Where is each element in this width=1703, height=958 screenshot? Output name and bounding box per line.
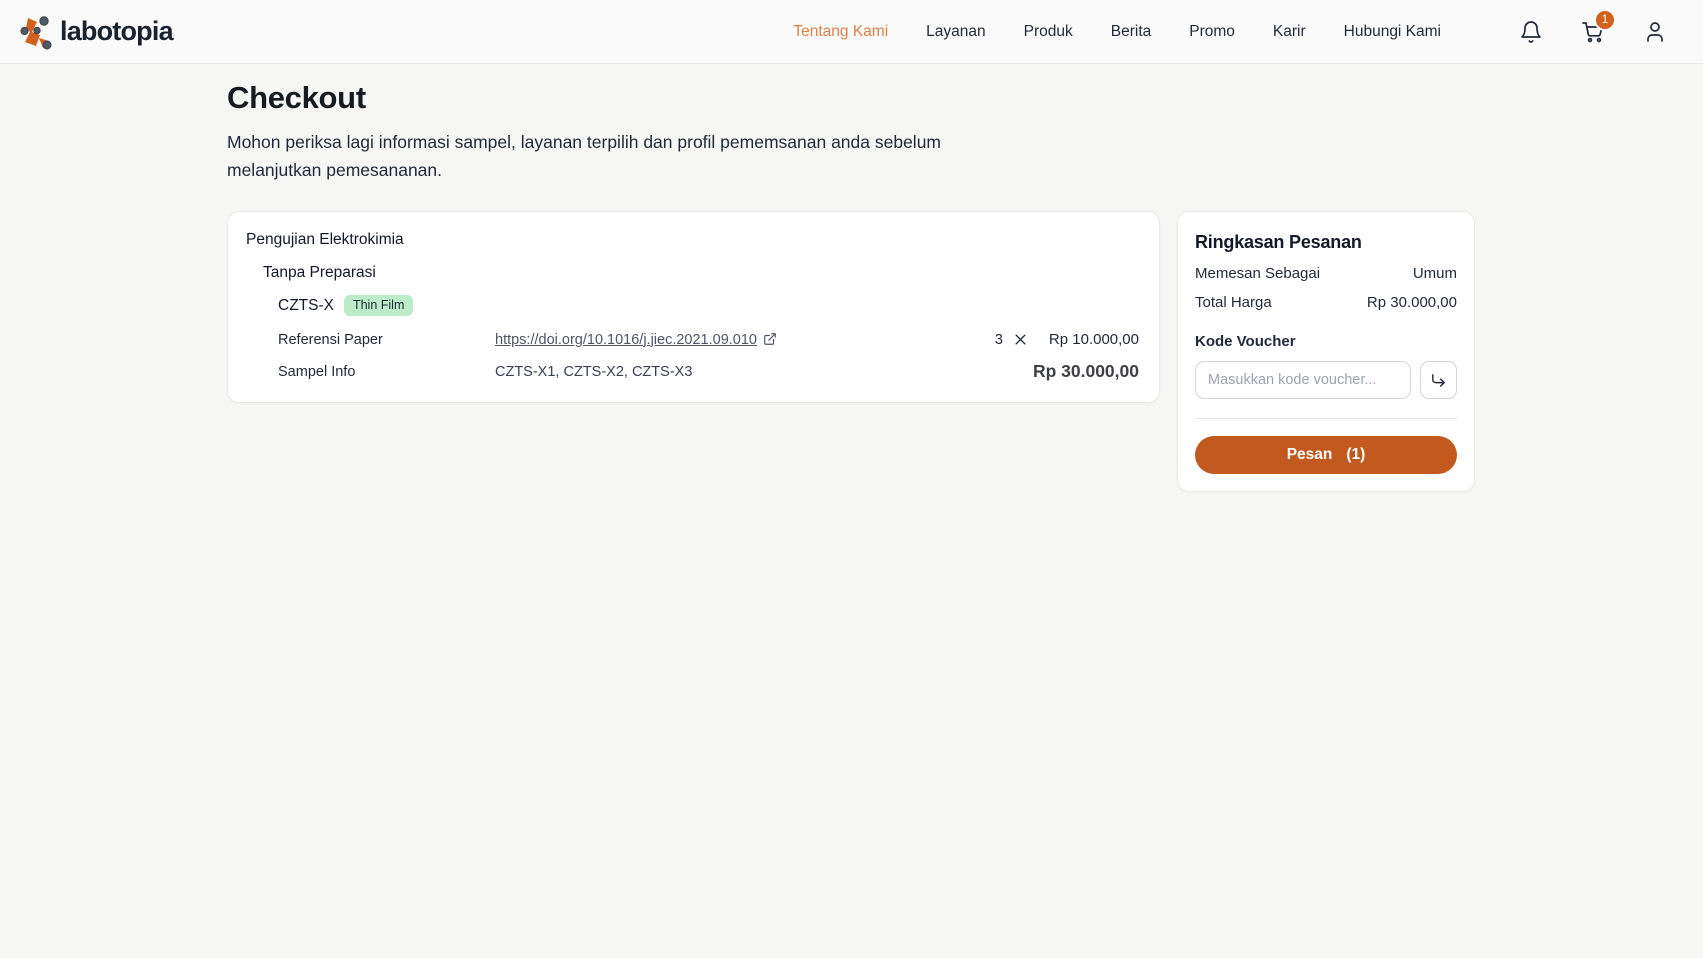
sample-type-badge: Thin Film <box>344 295 413 316</box>
memesan-sebagai-label: Memesan Sebagai <box>1195 265 1320 282</box>
user-profile-icon[interactable] <box>1643 20 1667 44</box>
service-name: Pengujian Elektrokimia <box>246 231 1139 249</box>
voucher-row <box>1195 361 1457 399</box>
checkout-content: Pengujian Elektrokimia Tanpa Preparasi C… <box>227 211 1703 492</box>
nav-item-layanan[interactable]: Layanan <box>926 23 985 41</box>
cart-count-badge: 1 <box>1594 9 1616 31</box>
nav-item-karir[interactable]: Karir <box>1273 23 1306 41</box>
cart-icon[interactable]: 1 <box>1581 20 1605 44</box>
doi-link[interactable]: https://doi.org/10.1016/j.jiec.2021.09.0… <box>495 332 757 348</box>
item-subtotal: Rp 30.000,00 <box>1033 361 1139 382</box>
memesan-sebagai-row: Memesan Sebagai Umum <box>1195 265 1457 282</box>
pesan-button[interactable]: Pesan (1) <box>1195 436 1457 474</box>
nav-item-hubungi-kami[interactable]: Hubungi Kami <box>1344 23 1441 41</box>
sample-line: CZTS-X Thin Film <box>278 295 1139 316</box>
preparation-name: Tanpa Preparasi <box>263 264 1139 282</box>
total-harga-value: Rp 30.000,00 <box>1367 294 1457 311</box>
quantity-price-group: 3 Rp 10.000,00 <box>995 331 1139 348</box>
voucher-label: Kode Voucher <box>1195 333 1457 350</box>
total-harga-label: Total Harga <box>1195 294 1272 311</box>
sampel-info-label: Sampel Info <box>278 364 495 380</box>
external-link-icon <box>763 332 777 346</box>
header-icon-group: 1 <box>1519 20 1667 44</box>
corner-down-right-icon <box>1430 372 1447 389</box>
unit-price: Rp 10.000,00 <box>1049 331 1139 348</box>
pesan-button-count: (1) <box>1346 446 1365 464</box>
nav-item-tentang-kami[interactable]: Tentang Kami <box>793 23 888 41</box>
notification-bell-icon[interactable] <box>1519 20 1543 44</box>
sampel-info-row: Sampel Info CZTS-X1, CZTS-X2, CZTS-X3 Rp… <box>278 361 1139 382</box>
quantity-value: 3 <box>995 332 1003 348</box>
order-item-card: Pengujian Elektrokimia Tanpa Preparasi C… <box>227 211 1160 403</box>
order-summary-card: Ringkasan Pesanan Memesan Sebagai Umum T… <box>1177 211 1475 492</box>
sample-name: CZTS-X <box>278 297 334 315</box>
summary-divider <box>1195 418 1457 419</box>
brand-logo[interactable]: labotopia <box>18 13 173 51</box>
summary-title: Ringkasan Pesanan <box>1195 232 1457 253</box>
labotopia-logo-icon <box>18 13 56 51</box>
referensi-paper-label: Referensi Paper <box>278 332 495 348</box>
referensi-paper-row: Referensi Paper https://doi.org/10.1016/… <box>278 331 1139 348</box>
sampel-info-value: CZTS-X1, CZTS-X2, CZTS-X3 <box>495 364 692 380</box>
page-description: Mohon periksa lagi informasi sampel, lay… <box>227 128 975 184</box>
sample-detail-rows: Referensi Paper https://doi.org/10.1016/… <box>278 331 1139 382</box>
voucher-code-input[interactable] <box>1195 361 1411 399</box>
top-navigation-bar: labotopia Tentang Kami Layanan Produk Be… <box>0 0 1703 64</box>
page-title: Checkout <box>227 80 1703 116</box>
nav-item-produk[interactable]: Produk <box>1024 23 1073 41</box>
brand-wordmark: labotopia <box>60 16 173 47</box>
main-nav: Tentang Kami Layanan Produk Berita Promo… <box>793 23 1441 41</box>
pesan-button-label: Pesan <box>1287 446 1333 464</box>
checkout-page: Checkout Mohon periksa lagi informasi sa… <box>0 64 1703 492</box>
referensi-paper-value: https://doi.org/10.1016/j.jiec.2021.09.0… <box>495 332 777 348</box>
remove-item-icon[interactable] <box>1013 332 1028 347</box>
nav-item-promo[interactable]: Promo <box>1189 23 1235 41</box>
memesan-sebagai-value: Umum <box>1413 265 1457 282</box>
nav-item-berita[interactable]: Berita <box>1111 23 1152 41</box>
apply-voucher-button[interactable] <box>1420 361 1457 399</box>
total-harga-row: Total Harga Rp 30.000,00 <box>1195 294 1457 311</box>
